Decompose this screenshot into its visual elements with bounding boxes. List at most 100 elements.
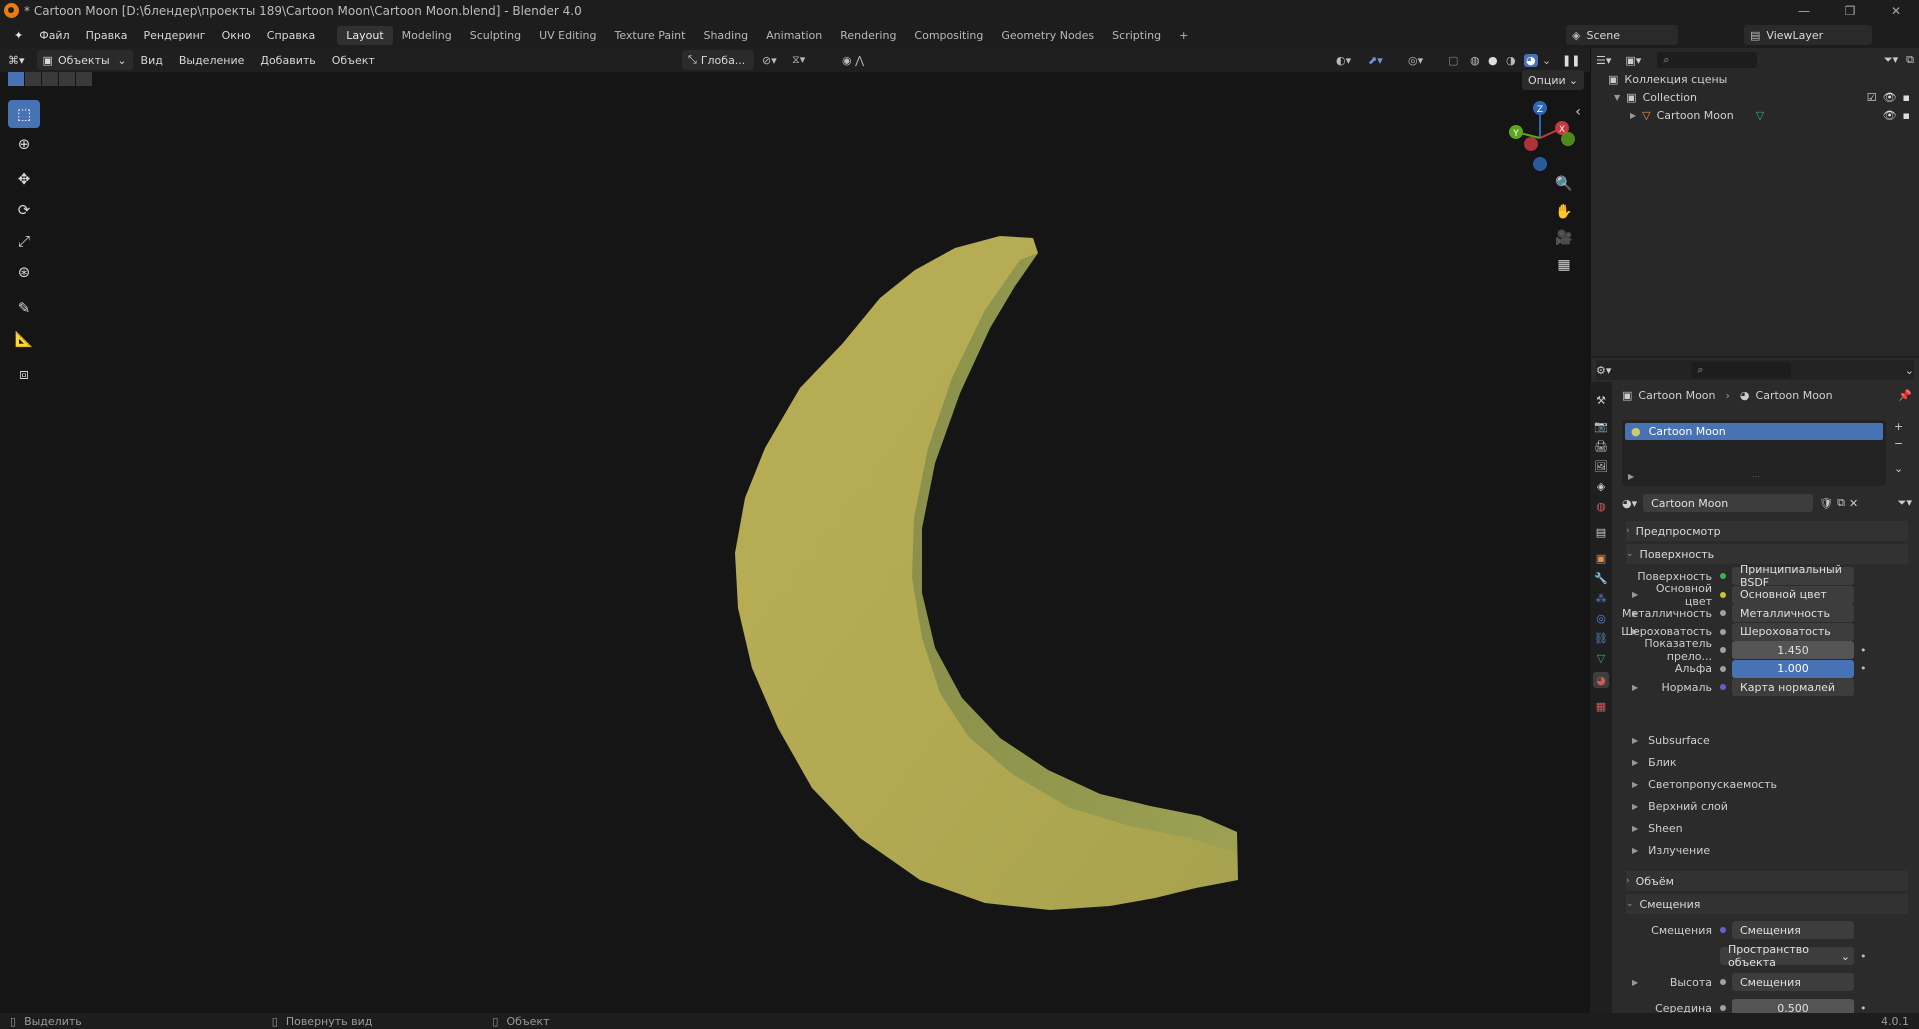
output-tab-icon[interactable]: 🖨: [1593, 438, 1609, 454]
navigation-gizmo[interactable]: Z X Y: [1500, 98, 1580, 178]
close-button[interactable]: ✕: [1873, 0, 1919, 22]
panel-displacement[interactable]: ⌄ Смещения: [1626, 894, 1908, 914]
options-button[interactable]: Опции ⌄: [1522, 70, 1584, 90]
outliner-row-scene-collection[interactable]: ▣ Коллекция сцены: [1600, 70, 1727, 88]
surface-value-field[interactable]: Металличность: [1732, 604, 1854, 622]
tab-geometry-nodes[interactable]: Geometry Nodes: [992, 26, 1103, 45]
tab-modeling[interactable]: Modeling: [393, 26, 461, 45]
camera-render-icon[interactable]: ▪: [1903, 109, 1910, 122]
panel-preview[interactable]: › Предпросмотр: [1626, 521, 1908, 541]
remove-slot-icon[interactable]: −: [1894, 437, 1908, 450]
shading-options-icon[interactable]: ⌄: [1542, 54, 1551, 67]
modifier-tab-icon[interactable]: 🔧: [1593, 570, 1609, 586]
surface-value-field[interactable]: 1.450: [1732, 641, 1854, 659]
texture-tab-icon[interactable]: ▦: [1593, 698, 1609, 714]
socket-icon[interactable]: [1720, 647, 1726, 653]
material-tab-icon[interactable]: ◕: [1593, 672, 1609, 688]
eye-icon[interactable]: 👁: [1883, 109, 1897, 122]
camera-render-icon[interactable]: ▪: [1903, 91, 1910, 104]
tab-rendering[interactable]: Rendering: [831, 26, 905, 45]
select-box-tool[interactable]: ⬚: [8, 100, 40, 128]
overlay-toggle-icon[interactable]: ◎▾: [1408, 54, 1423, 67]
editor-type-icon[interactable]: ⌘▾: [0, 54, 33, 67]
select-new-icon[interactable]: [8, 72, 24, 86]
panel-volume[interactable]: › Объём: [1626, 871, 1908, 891]
slot-menu-icon[interactable]: ⌄: [1894, 462, 1908, 475]
tab-sculpting[interactable]: Sculpting: [461, 26, 530, 45]
socket-icon[interactable]: [1720, 979, 1726, 985]
menu-object[interactable]: Объект: [324, 54, 383, 67]
visibility-icon[interactable]: ◐▾: [1336, 54, 1351, 67]
select-subtract-icon[interactable]: [42, 72, 58, 86]
surface-value-field[interactable]: Принципиальный BSDF: [1732, 563, 1854, 589]
tab-uv-editing[interactable]: UV Editing: [530, 26, 605, 45]
viewlayer-selector[interactable]: ▤ ViewLayer: [1744, 25, 1873, 45]
expand-icon[interactable]: ▶: [1632, 978, 1638, 987]
subpanel-item[interactable]: ▶ Верхний слой: [1626, 796, 1908, 816]
blender-menu-icon[interactable]: ✦: [6, 29, 31, 42]
displacement-value-field[interactable]: Смещения: [1732, 973, 1854, 991]
tab-animation[interactable]: Animation: [757, 26, 831, 45]
outliner-row-collection[interactable]: ▼ ▣ Collection ☑ 👁 ▪: [1600, 88, 1910, 106]
material-name-field[interactable]: Cartoon Moon: [1643, 494, 1814, 512]
socket-icon[interactable]: [1720, 684, 1726, 690]
surface-value-field[interactable]: 1.000: [1732, 659, 1854, 678]
menu-select[interactable]: Выделение: [171, 54, 253, 67]
socket-icon[interactable]: [1720, 610, 1726, 616]
fake-user-icon[interactable]: 🛡: [1819, 497, 1833, 510]
outliner-search-input[interactable]: ⌕: [1657, 52, 1758, 68]
expand-icon[interactable]: ▼: [1614, 93, 1620, 102]
constraints-tab-icon[interactable]: ⛓: [1593, 630, 1609, 646]
properties-search-input[interactable]: ⌕: [1691, 362, 1792, 378]
collection-tab-icon[interactable]: ▤: [1593, 524, 1609, 540]
expand-icon[interactable]: ▶: [1628, 472, 1634, 481]
pan-hand-icon[interactable]: ✋: [1552, 200, 1576, 224]
scene-tab-icon[interactable]: ◈: [1593, 478, 1609, 494]
expand-icon[interactable]: ▶: [1630, 111, 1636, 120]
material-slot-item[interactable]: ● Cartoon Moon: [1625, 423, 1883, 440]
menu-window[interactable]: Окно: [214, 29, 259, 42]
add-cube-tool[interactable]: ⧈: [8, 360, 40, 388]
outliner-editor-icon[interactable]: ☰▾: [1596, 54, 1611, 67]
unlink-icon[interactable]: ✕: [1849, 497, 1858, 510]
pin-icon[interactable]: 📌: [1898, 389, 1912, 402]
transform-orientation-selector[interactable]: ⤡ Глоба...: [682, 50, 754, 70]
material-browse-icon[interactable]: ◕▾: [1622, 497, 1637, 510]
resize-handle-icon[interactable]: ⋯: [1752, 472, 1760, 481]
move-tool[interactable]: ✥: [8, 165, 40, 193]
tab-layout[interactable]: Layout: [337, 25, 393, 45]
filter-icon[interactable]: ⏷▾: [1884, 53, 1898, 67]
keyframe-icon[interactable]: •: [1860, 662, 1867, 675]
rendered-shading-icon[interactable]: ◕: [1524, 53, 1538, 67]
data-tab-icon[interactable]: ▽: [1593, 650, 1609, 666]
node-tree-icon[interactable]: ⏷▾: [1898, 496, 1912, 510]
select-intersect-icon[interactable]: [76, 72, 92, 86]
socket-icon[interactable]: [1720, 927, 1726, 933]
rotate-tool[interactable]: ⟳: [8, 196, 40, 224]
mode-selector[interactable]: ▣ Объекты ⌄: [36, 50, 133, 70]
subpanel-item[interactable]: ▶ Излучение: [1626, 840, 1908, 860]
menu-help[interactable]: Справка: [259, 29, 323, 42]
menu-add[interactable]: Добавить: [252, 54, 323, 67]
scale-tool[interactable]: ⤢: [8, 227, 40, 255]
new-collection-icon[interactable]: ⧉: [1906, 53, 1914, 67]
menu-edit[interactable]: Правка: [78, 29, 136, 42]
expand-icon[interactable]: ▶: [1632, 683, 1638, 692]
sidebar-toggle-icon[interactable]: ‹: [1572, 100, 1584, 124]
outliner-display-mode-icon[interactable]: ▣▾: [1625, 54, 1641, 67]
add-workspace-button[interactable]: +: [1170, 26, 1197, 45]
select-extend-icon[interactable]: [25, 72, 41, 86]
blender-logo-icon[interactable]: [4, 3, 19, 18]
duplicate-icon[interactable]: ⧉: [1837, 496, 1845, 510]
maximize-button[interactable]: ❐: [1827, 0, 1873, 22]
render-tab-icon[interactable]: 📷: [1593, 418, 1609, 434]
socket-icon[interactable]: [1720, 628, 1726, 635]
grid-perspective-icon[interactable]: ▦: [1552, 253, 1576, 277]
surface-value-field[interactable]: Карта нормалей: [1732, 678, 1854, 696]
pivot-icon[interactable]: ⊘▾: [762, 54, 777, 67]
surface-value-field[interactable]: Основной цвет: [1732, 585, 1854, 604]
subpanel-item[interactable]: ▶ Subsurface: [1626, 730, 1908, 750]
displacement-value-field[interactable]: Пространство объекта ⌄: [1720, 943, 1854, 969]
material-shading-icon[interactable]: ◑: [1506, 54, 1516, 67]
eye-icon[interactable]: 👁: [1883, 91, 1897, 104]
